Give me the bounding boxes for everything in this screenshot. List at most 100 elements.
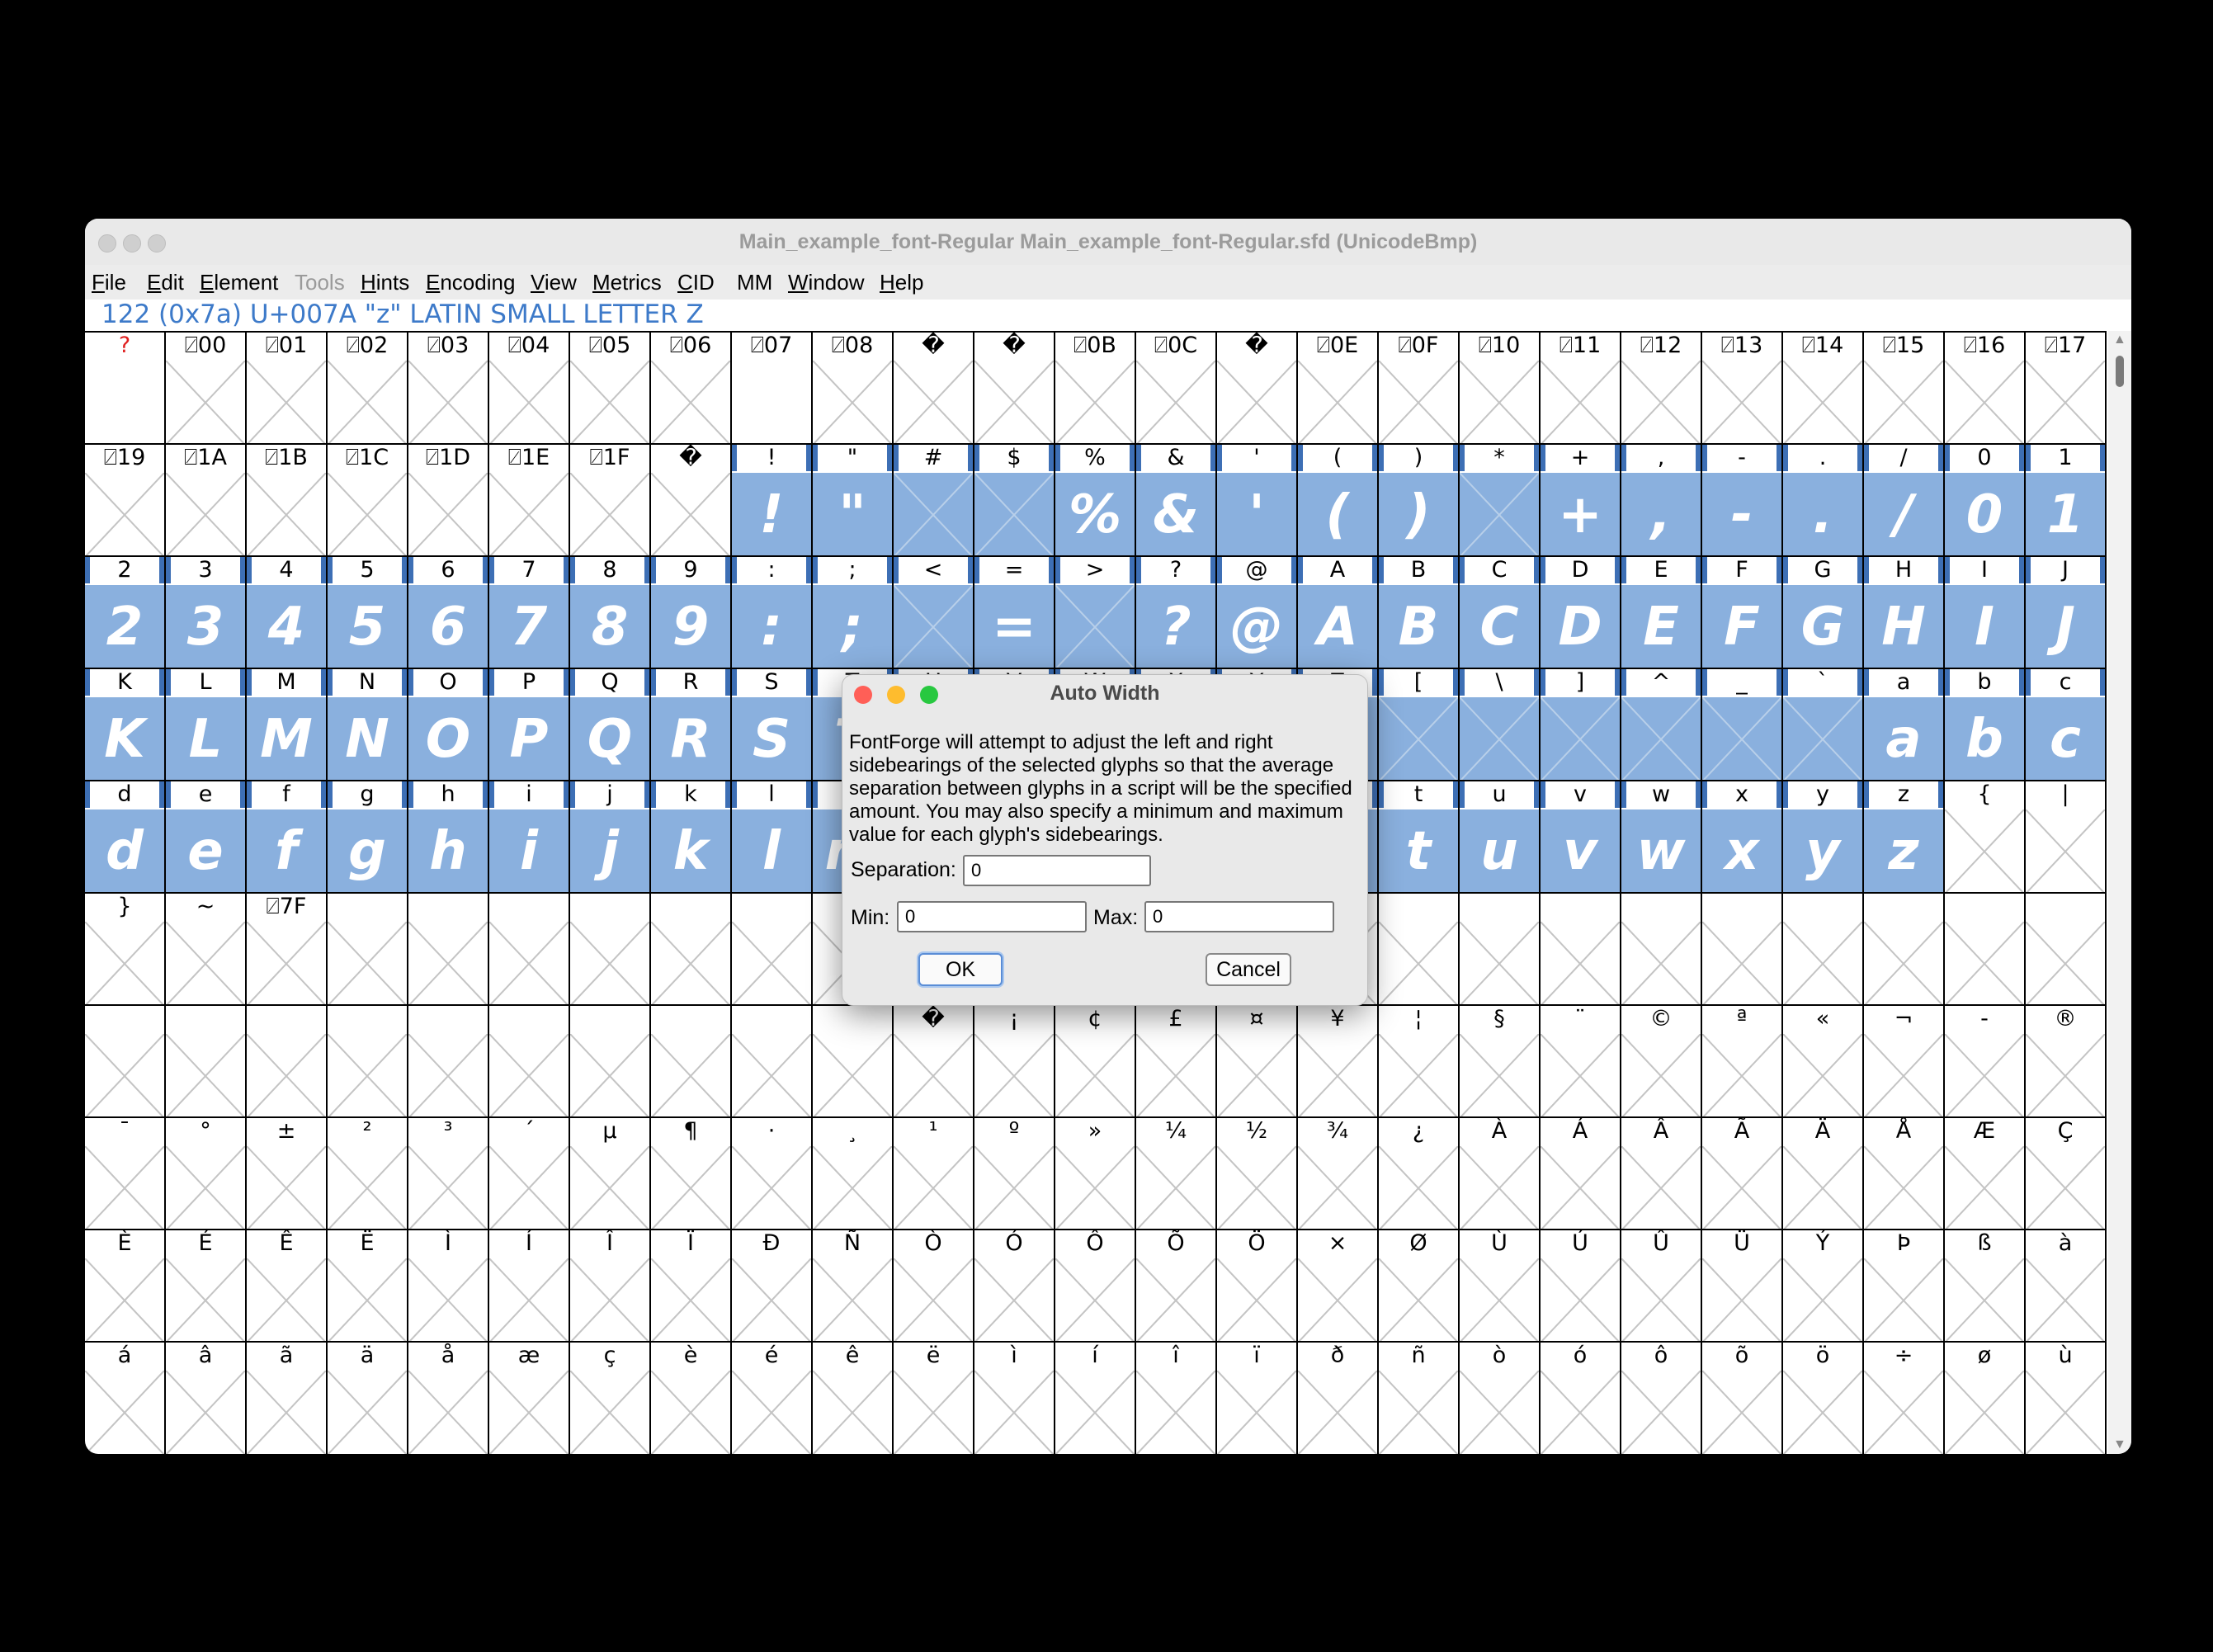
glyph-cell[interactable] bbox=[1864, 892, 1945, 1006]
vertical-scrollbar[interactable]: ▲ ▼ bbox=[2108, 331, 2131, 1454]
glyph-cell[interactable]: ⍁0C bbox=[1136, 331, 1217, 445]
glyph-cell[interactable]: NN bbox=[328, 668, 408, 781]
glyph-cell[interactable]: ee bbox=[166, 780, 247, 894]
glyph-cell[interactable]: õ bbox=[1702, 1341, 1783, 1454]
glyph-cell[interactable]: Ô bbox=[1055, 1229, 1136, 1343]
glyph-cell[interactable]: ⍁01 bbox=[247, 331, 328, 445]
glyph-cell[interactable]: ã bbox=[247, 1341, 328, 1454]
glyph-cell[interactable]: xx bbox=[1702, 780, 1783, 894]
glyph-cell[interactable]: 55 bbox=[328, 555, 408, 669]
glyph-cell[interactable]: Þ bbox=[1864, 1229, 1945, 1343]
glyph-cell[interactable]: Æ bbox=[1945, 1116, 2026, 1230]
glyph-cell[interactable]: ⍁12 bbox=[1621, 331, 1702, 445]
glyph-cell[interactable]: [ bbox=[1379, 668, 1460, 781]
glyph-cell[interactable]: 99 bbox=[651, 555, 732, 669]
glyph-cell[interactable]: ± bbox=[247, 1116, 328, 1230]
glyph-cell[interactable]: ¼ bbox=[1136, 1116, 1217, 1230]
glyph-cell[interactable] bbox=[651, 892, 732, 1006]
glyph-cell[interactable]: } bbox=[85, 892, 166, 1006]
glyph-cell[interactable]: Ú bbox=[1541, 1229, 1621, 1343]
glyph-cell[interactable]: ⍁17 bbox=[2026, 331, 2107, 445]
glyph-cell[interactable]: Ù bbox=[1460, 1229, 1541, 1343]
glyph-cell[interactable]: â bbox=[166, 1341, 247, 1454]
glyph-cell[interactable]: ;; bbox=[813, 555, 894, 669]
glyph-cell[interactable]: ¨ bbox=[1541, 1004, 1621, 1118]
glyph-cell[interactable]: EE bbox=[1621, 555, 1702, 669]
glyph-cell[interactable]: º bbox=[974, 1116, 1055, 1230]
glyph-cell[interactable]: 11 bbox=[2026, 443, 2107, 557]
glyph-cell[interactable]: Ø bbox=[1379, 1229, 1460, 1343]
glyph-cell[interactable]: à bbox=[2026, 1229, 2107, 1343]
ok-button[interactable]: OK bbox=[918, 953, 1003, 986]
glyph-cell[interactable]: ll bbox=[732, 780, 813, 894]
menu-element[interactable]: Element bbox=[200, 265, 278, 300]
menu-view[interactable]: View bbox=[531, 265, 577, 300]
glyph-cell[interactable]: « bbox=[1783, 1004, 1864, 1118]
glyph-cell[interactable]: ¶ bbox=[651, 1116, 732, 1230]
glyph-cell[interactable] bbox=[328, 892, 408, 1006]
glyph-cell[interactable] bbox=[1702, 892, 1783, 1006]
glyph-cell[interactable]: ⍁1A bbox=[166, 443, 247, 557]
glyph-cell[interactable]: Ò bbox=[894, 1229, 974, 1343]
glyph-cell[interactable]: ff bbox=[247, 780, 328, 894]
glyph-cell[interactable]: å bbox=[408, 1341, 489, 1454]
glyph-cell[interactable] bbox=[1621, 892, 1702, 1006]
glyph-cell[interactable]: uu bbox=[1460, 780, 1541, 894]
glyph-cell[interactable]: è bbox=[651, 1341, 732, 1454]
glyph-cell[interactable]: ¥ bbox=[1298, 1004, 1379, 1118]
glyph-cell[interactable]: HH bbox=[1864, 555, 1945, 669]
glyph-cell[interactable]: (( bbox=[1298, 443, 1379, 557]
glyph-cell[interactable]: » bbox=[1055, 1116, 1136, 1230]
glyph-cell[interactable]: ® bbox=[2026, 1004, 2107, 1118]
glyph-cell[interactable]: Û bbox=[1621, 1229, 1702, 1343]
glyph-cell[interactable]: ⍁07 bbox=[732, 331, 813, 445]
glyph-cell[interactable]: ÷ bbox=[1864, 1341, 1945, 1454]
separation-input[interactable] bbox=[963, 855, 1151, 886]
glyph-cell[interactable]: ⍁0E bbox=[1298, 331, 1379, 445]
glyph-cell[interactable]: ,, bbox=[1621, 443, 1702, 557]
glyph-cell[interactable]: æ bbox=[489, 1341, 570, 1454]
glyph-cell[interactable] bbox=[1460, 892, 1541, 1006]
glyph-cell[interactable]: < bbox=[894, 555, 974, 669]
glyph-cell[interactable]: DD bbox=[1541, 555, 1621, 669]
glyph-cell[interactable]: & & bbox=[1136, 443, 1217, 557]
glyph-cell[interactable]: Ã bbox=[1702, 1116, 1783, 1230]
glyph-cell[interactable]: + + bbox=[1541, 443, 1621, 557]
min-input[interactable] bbox=[897, 901, 1087, 932]
glyph-cell[interactable]: ? bbox=[85, 331, 166, 445]
glyph-cell[interactable]: Ë bbox=[328, 1229, 408, 1343]
glyph-cell[interactable]: ¿ bbox=[1379, 1116, 1460, 1230]
glyph-cell[interactable]: 22 bbox=[85, 555, 166, 669]
glyph-cell[interactable]: dd bbox=[85, 780, 166, 894]
glyph-cell[interactable]: � bbox=[894, 331, 974, 445]
glyph-cell[interactable]: î bbox=[1136, 1341, 1217, 1454]
glyph-cell[interactable]: � bbox=[1217, 331, 1298, 445]
glyph-cell[interactable]: Ð bbox=[732, 1229, 813, 1343]
glyph-cell[interactable]: ii bbox=[489, 780, 570, 894]
glyph-cell[interactable]: ö bbox=[1783, 1341, 1864, 1454]
glyph-cell[interactable]: * bbox=[1460, 443, 1541, 557]
glyph-cell[interactable]: ì bbox=[974, 1341, 1055, 1454]
glyph-cell[interactable]: á bbox=[85, 1341, 166, 1454]
glyph-cell[interactable]: ⍁05 bbox=[570, 331, 651, 445]
glyph-cell[interactable]: � bbox=[894, 1004, 974, 1118]
glyph-cell[interactable]: ¢ bbox=[1055, 1004, 1136, 1118]
glyph-cell[interactable]: Ï bbox=[651, 1229, 732, 1343]
glyph-cell[interactable] bbox=[1783, 892, 1864, 1006]
glyph-cell[interactable]: · bbox=[732, 1116, 813, 1230]
glyph-cell[interactable]: LL bbox=[166, 668, 247, 781]
glyph-cell[interactable]: bb bbox=[1945, 668, 2026, 781]
glyph-cell[interactable]: Ý bbox=[1783, 1229, 1864, 1343]
glyph-cell[interactable]: ¤ bbox=[1217, 1004, 1298, 1118]
menu-metrics[interactable]: Metrics bbox=[592, 265, 662, 300]
glyph-cell[interactable]: :: bbox=[732, 555, 813, 669]
glyph-cell[interactable]: > bbox=[1055, 555, 1136, 669]
glyph-cell[interactable]: %% bbox=[1055, 443, 1136, 557]
glyph-cell[interactable]: cc bbox=[2026, 668, 2107, 781]
glyph-cell[interactable] bbox=[1945, 892, 2026, 1006]
glyph-cell[interactable]: @ @ bbox=[1217, 555, 1298, 669]
glyph-cell[interactable]: £ bbox=[1136, 1004, 1217, 1118]
glyph-cell[interactable]: JJ bbox=[2026, 555, 2107, 669]
glyph-cell[interactable]: ⍁7F bbox=[247, 892, 328, 1006]
glyph-cell[interactable]: gg bbox=[328, 780, 408, 894]
